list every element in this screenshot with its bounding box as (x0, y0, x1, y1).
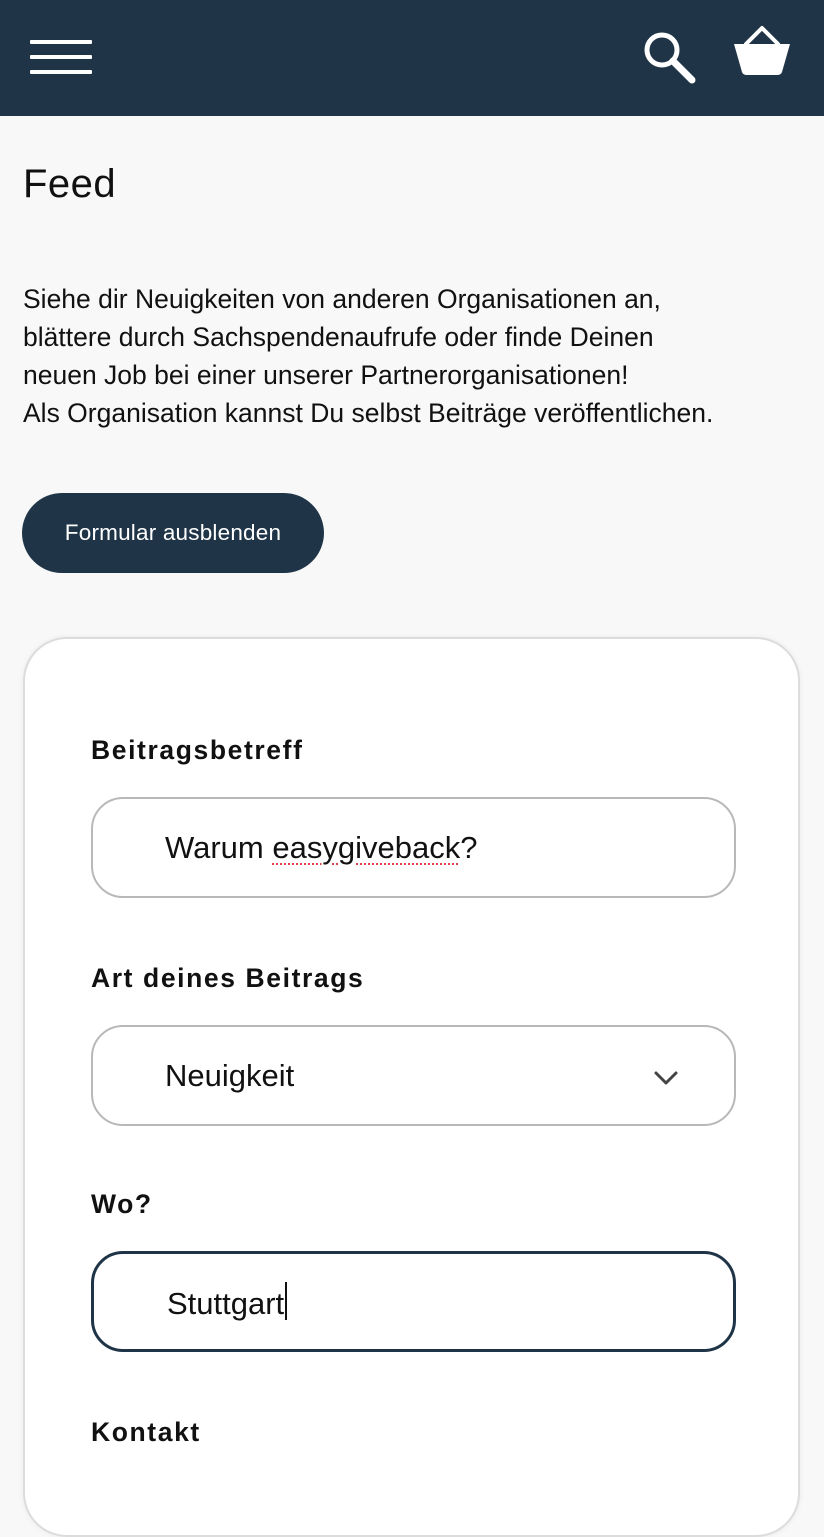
contact-label: Kontakt (91, 1417, 201, 1447)
spellcheck-word: easygiveback (272, 829, 461, 865)
hamburger-menu-icon[interactable] (30, 40, 92, 74)
location-input[interactable]: Stuttgart (91, 1251, 736, 1352)
post-form-card: Beitragsbetreff Warum easygiveback? Art … (23, 637, 800, 1537)
top-app-bar (0, 0, 824, 116)
post-type-selected-value: Neuigkeit (165, 1057, 295, 1093)
shopping-basket-icon[interactable] (732, 24, 792, 78)
intro-line: Siehe dir Neuigkeiten von anderen Organi… (23, 284, 661, 314)
hide-form-button[interactable]: Formular ausblenden (22, 493, 324, 573)
subject-input[interactable]: Warum easygiveback? (91, 797, 736, 898)
page-title: Feed (23, 162, 117, 206)
intro-line: blättere durch Sachspendenaufrufe oder f… (23, 322, 654, 352)
search-icon[interactable] (640, 28, 698, 86)
location-label: Wo? (91, 1189, 153, 1219)
post-type-label: Art deines Beitrags (91, 963, 365, 993)
location-value: Stuttgart (167, 1281, 288, 1322)
intro-line: Als Organisation kannst Du selbst Beiträ… (23, 398, 714, 428)
subject-label: Beitragsbetreff (91, 735, 304, 765)
subject-value: Warum easygiveback? (165, 829, 478, 865)
text-caret (285, 1281, 288, 1320)
intro-text: Siehe dir Neuigkeiten von anderen Organi… (23, 280, 813, 432)
post-type-select[interactable]: Neuigkeit (91, 1025, 736, 1126)
intro-line: neuen Job bei einer unserer Partnerorgan… (23, 360, 629, 390)
chevron-down-icon (654, 1071, 678, 1085)
